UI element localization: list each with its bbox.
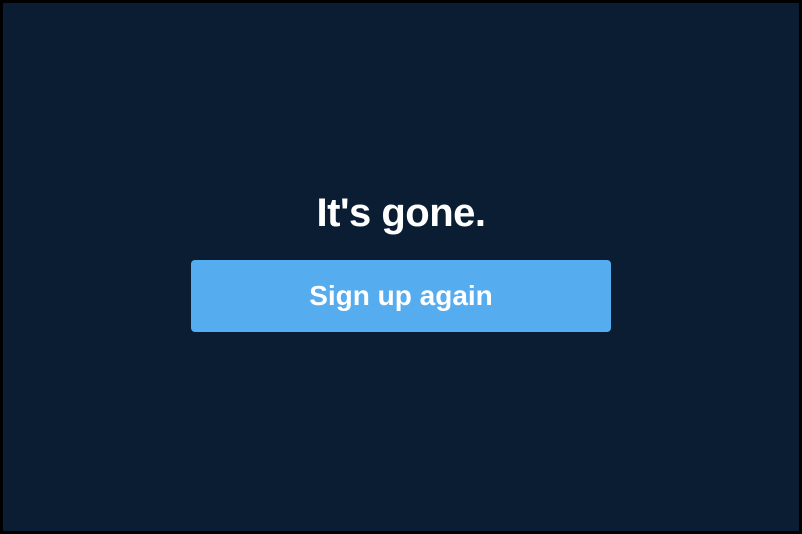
main-panel: It's gone. Sign up again bbox=[3, 3, 799, 531]
sign-up-again-button[interactable]: Sign up again bbox=[191, 260, 611, 332]
content-group: It's gone. Sign up again bbox=[191, 191, 611, 332]
page-title: It's gone. bbox=[317, 191, 486, 236]
